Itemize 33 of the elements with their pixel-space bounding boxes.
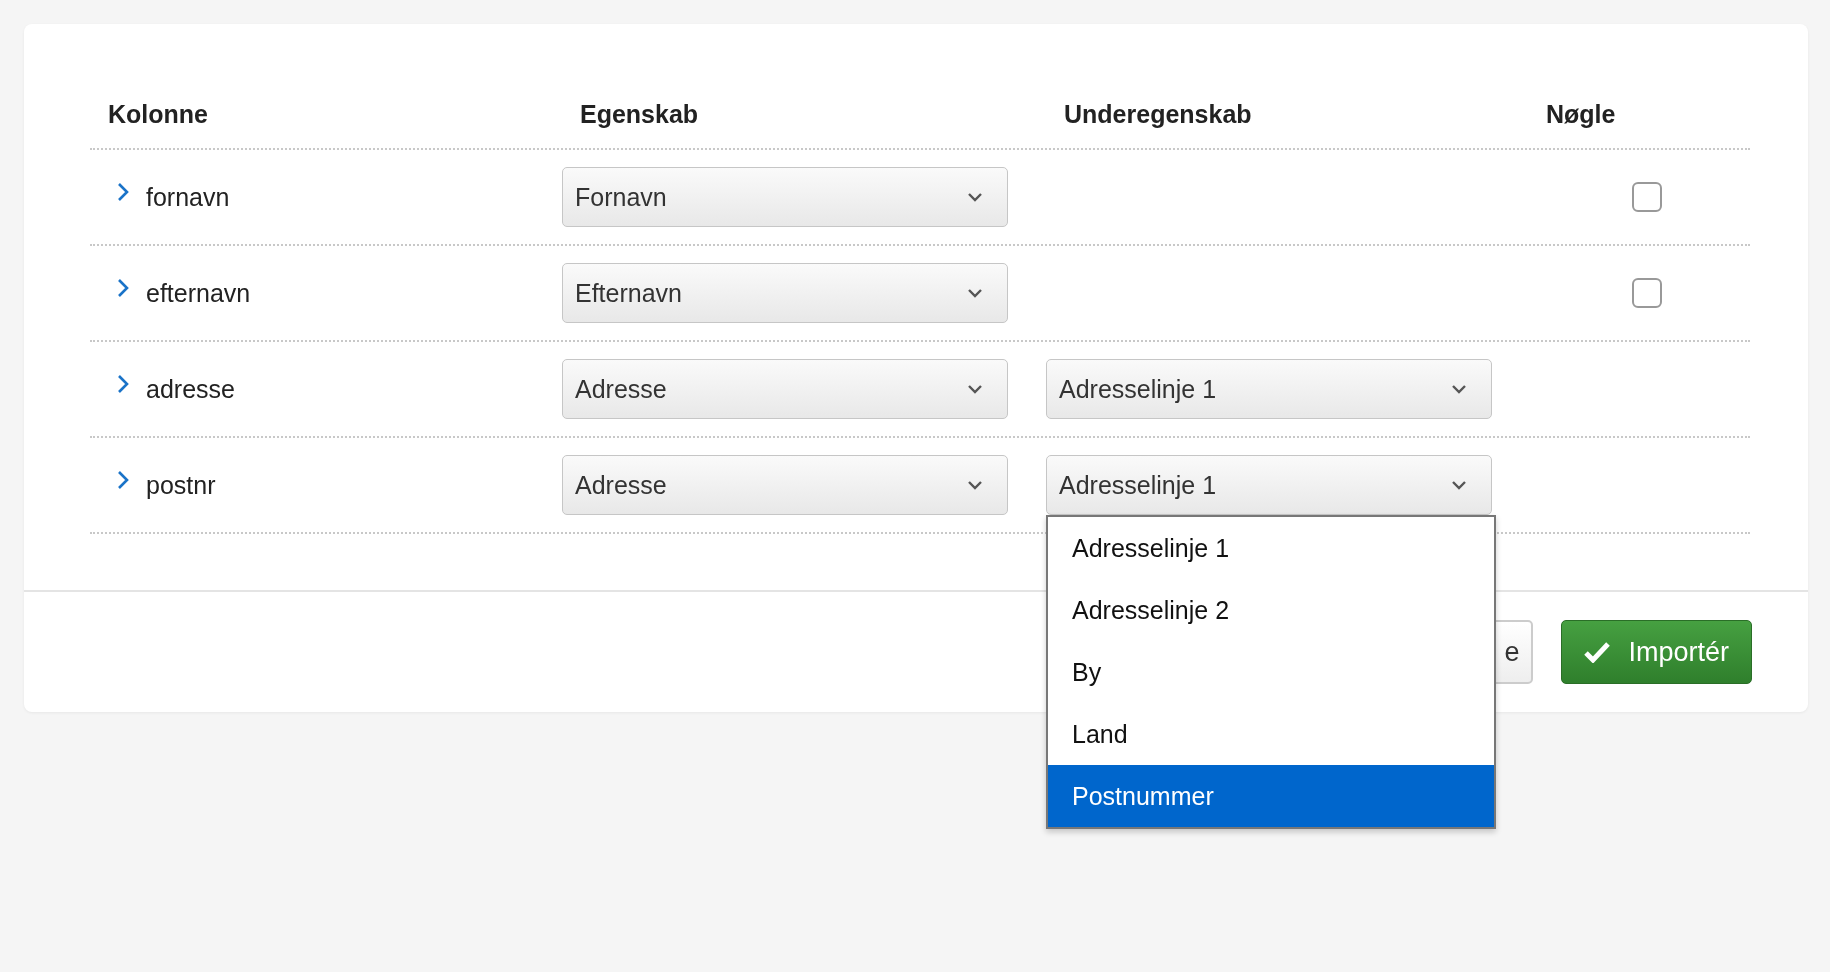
property-select[interactable]: Adresse [562, 455, 1008, 515]
column-header: Underegenskab [1063, 100, 1253, 129]
chevron-down-icon [967, 384, 983, 394]
dropdown-option[interactable]: Postnummer [1048, 765, 1494, 827]
dropdown-option[interactable]: Land [1048, 703, 1494, 765]
chevron-down-icon [1451, 480, 1467, 490]
chevron-right-icon[interactable] [116, 374, 130, 394]
subproperty-select[interactable]: Adresselinje 1 [1046, 455, 1492, 515]
column-header: Kolonne [107, 100, 209, 129]
chevron-down-icon [967, 192, 983, 202]
key-checkbox[interactable] [1632, 182, 1662, 212]
property-select[interactable]: Fornavn [562, 167, 1008, 227]
dropdown-option[interactable]: Adresselinje 1 [1048, 517, 1494, 579]
column-name: fornavn [146, 182, 230, 212]
chevron-right-icon[interactable] [116, 182, 130, 202]
property-select[interactable]: Adresse [562, 359, 1008, 419]
import-button[interactable]: Importér [1561, 620, 1752, 684]
property-select[interactable]: Efternavn [562, 263, 1008, 323]
key-checkbox[interactable] [1632, 278, 1662, 308]
dropdown-option[interactable]: By [1048, 641, 1494, 703]
chevron-right-icon[interactable] [116, 278, 130, 298]
column-name: efternavn [146, 278, 251, 308]
checkmark-icon [1584, 641, 1611, 663]
chevron-right-icon[interactable] [116, 470, 130, 490]
chevron-down-icon [967, 480, 983, 490]
chevron-down-icon [1451, 384, 1467, 394]
column-name: adresse [146, 374, 235, 404]
column-header: Nøgle [1545, 100, 1617, 129]
column-name: postnr [146, 470, 216, 500]
subproperty-select[interactable]: Adresselinje 1 [1046, 359, 1492, 419]
chevron-down-icon [967, 288, 983, 298]
dropdown-option[interactable]: Adresselinje 2 [1048, 579, 1494, 641]
column-header: Egenskab [579, 100, 700, 129]
